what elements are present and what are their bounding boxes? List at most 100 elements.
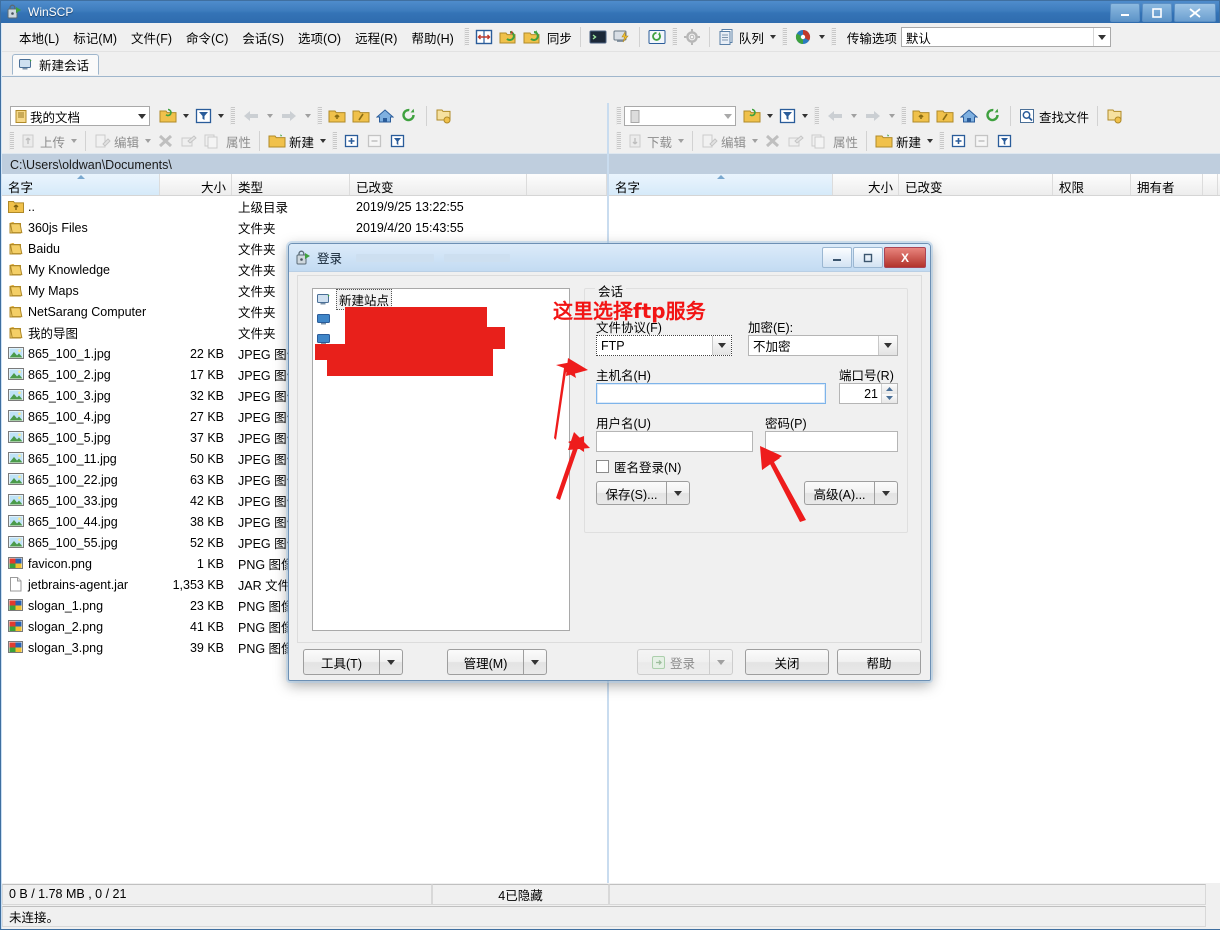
chevron-down-icon[interactable] <box>851 114 857 118</box>
tools-button[interactable]: 工具(T) <box>303 649 403 675</box>
maximize-button[interactable] <box>1142 3 1172 22</box>
queue-button[interactable]: 队列 <box>715 26 779 49</box>
port-increment[interactable] <box>882 384 897 394</box>
sync-button[interactable]: 同步 <box>544 26 575 49</box>
refresh-folders-icon[interactable] <box>520 26 544 48</box>
port-decrement[interactable] <box>882 393 897 403</box>
chevron-down-icon[interactable] <box>145 139 152 143</box>
refresh-dir-icon[interactable] <box>981 106 1005 126</box>
open-directory-icon[interactable] <box>740 106 776 126</box>
edit-button[interactable]: 编辑 <box>91 130 154 153</box>
new-button[interactable]: 新建 <box>265 130 329 153</box>
menu-command[interactable]: 命令(C) <box>179 25 235 50</box>
menu-help[interactable]: 帮助(H) <box>404 25 460 50</box>
close-button[interactable]: X <box>884 247 926 268</box>
col-name[interactable]: 名字 <box>609 174 833 195</box>
password-input[interactable] <box>765 431 898 452</box>
table-row[interactable]: 360js Files 文件夹 2019/4/20 15:43:55 <box>2 217 607 238</box>
manage-label[interactable]: 管理(M) <box>447 649 523 675</box>
table-row[interactable]: .. 上级目录 2019/9/25 13:22:55 <box>2 196 607 217</box>
minimize-button[interactable] <box>1110 3 1140 22</box>
menu-file[interactable]: 文件(F) <box>124 25 179 50</box>
chevron-down-icon[interactable] <box>889 114 895 118</box>
forward-button[interactable] <box>860 106 898 126</box>
find-files-button[interactable]: 查找文件 <box>1016 105 1092 128</box>
col-size[interactable]: 大小 <box>833 174 899 195</box>
manage-button[interactable]: 管理(M) <box>447 649 547 675</box>
advanced-button[interactable]: 高级(A)... <box>804 481 898 505</box>
col-rights[interactable]: 权限 <box>1053 174 1131 195</box>
chevron-down-icon[interactable] <box>305 114 311 118</box>
advanced-dropdown[interactable] <box>874 481 898 505</box>
root-dir-icon[interactable] <box>349 106 373 126</box>
close-dialog-button[interactable]: 关闭 <box>745 649 829 675</box>
rename-icon[interactable] <box>177 131 200 151</box>
chevron-down-icon[interactable] <box>818 35 825 39</box>
chevron-down-icon[interactable] <box>218 114 224 118</box>
rename-icon[interactable] <box>784 131 807 151</box>
chevron-down-icon[interactable] <box>71 139 78 143</box>
port-spinner[interactable]: 21 <box>839 383 898 404</box>
invert-selection-icon[interactable] <box>386 131 409 151</box>
select-all-icon[interactable] <box>340 131 363 151</box>
chevron-down-icon[interactable] <box>721 113 735 119</box>
chevron-down-icon[interactable] <box>1092 28 1110 46</box>
download-button[interactable]: 下载 <box>624 130 687 153</box>
col-changed[interactable]: 已改变 <box>350 174 527 195</box>
console-icon[interactable] <box>586 27 610 47</box>
maximize-button[interactable] <box>853 247 883 268</box>
invert-selection-icon[interactable] <box>993 131 1016 151</box>
delete-x-icon[interactable] <box>154 131 177 151</box>
open-directory-icon[interactable] <box>156 106 192 126</box>
anonymous-login-checkbox[interactable]: 匿名登录(N) <box>596 457 681 476</box>
advanced-label[interactable]: 高级(A)... <box>804 481 874 505</box>
login-main[interactable]: 登录 <box>637 649 709 675</box>
username-input[interactable] <box>596 431 753 452</box>
tab-new-session[interactable]: 新建会话 <box>12 54 100 75</box>
hostname-input[interactable] <box>596 383 826 404</box>
chevron-down-icon[interactable] <box>878 336 897 355</box>
split-panes-icon[interactable] <box>472 26 496 48</box>
filter-icon[interactable] <box>776 106 811 126</box>
tree-item-new-site[interactable]: 新建站点 <box>313 289 569 310</box>
properties-button[interactable]: 属性 <box>223 130 254 153</box>
parent-dir-icon[interactable] <box>909 106 933 126</box>
menu-mark[interactable]: 标记(M) <box>66 25 124 50</box>
save-button[interactable]: 保存(S)... <box>596 481 690 505</box>
chevron-down-icon[interactable] <box>267 114 273 118</box>
chevron-down-icon[interactable] <box>712 336 731 355</box>
session-tree[interactable]: 新建站点 <box>312 288 570 631</box>
forward-button[interactable] <box>276 106 314 126</box>
edit-button[interactable]: 编辑 <box>698 130 761 153</box>
encryption-combo[interactable]: 不加密 <box>748 335 898 356</box>
manage-dropdown[interactable] <box>523 649 547 675</box>
login-button[interactable]: 登录 <box>637 649 733 675</box>
back-button[interactable] <box>238 106 276 126</box>
chevron-down-icon[interactable] <box>927 139 934 143</box>
upload-button[interactable]: 上传 <box>17 130 80 153</box>
bookmark-icon[interactable] <box>1103 106 1127 126</box>
parent-dir-icon[interactable] <box>325 106 349 126</box>
refresh-icon[interactable] <box>645 27 669 47</box>
chevron-down-icon[interactable] <box>802 114 808 118</box>
protocol-combo[interactable]: FTP <box>596 335 732 356</box>
transfer-settings-icon[interactable] <box>790 26 828 48</box>
col-type[interactable]: 类型 <box>232 174 350 195</box>
col-extra[interactable] <box>527 174 607 195</box>
chevron-down-icon[interactable] <box>752 139 759 143</box>
chevron-down-icon[interactable] <box>767 114 773 118</box>
select-all-icon[interactable] <box>947 131 970 151</box>
transfer-options-combo[interactable]: 默认 <box>900 27 1111 47</box>
close-button[interactable] <box>1174 3 1216 22</box>
home-dir-icon[interactable] <box>373 106 397 126</box>
save-label[interactable]: 保存(S)... <box>596 481 666 505</box>
local-address-combo[interactable]: 我的文档 <box>10 106 150 126</box>
delete-x-icon[interactable] <box>761 131 784 151</box>
chevron-down-icon[interactable] <box>678 139 685 143</box>
chevron-down-icon[interactable] <box>183 114 189 118</box>
menu-local[interactable]: 本地(L) <box>12 25 66 50</box>
duplicate-icon[interactable] <box>807 131 830 151</box>
preferences-gear-icon[interactable] <box>680 26 704 48</box>
login-dropdown[interactable] <box>709 649 733 675</box>
tools-label[interactable]: 工具(T) <box>303 649 379 675</box>
